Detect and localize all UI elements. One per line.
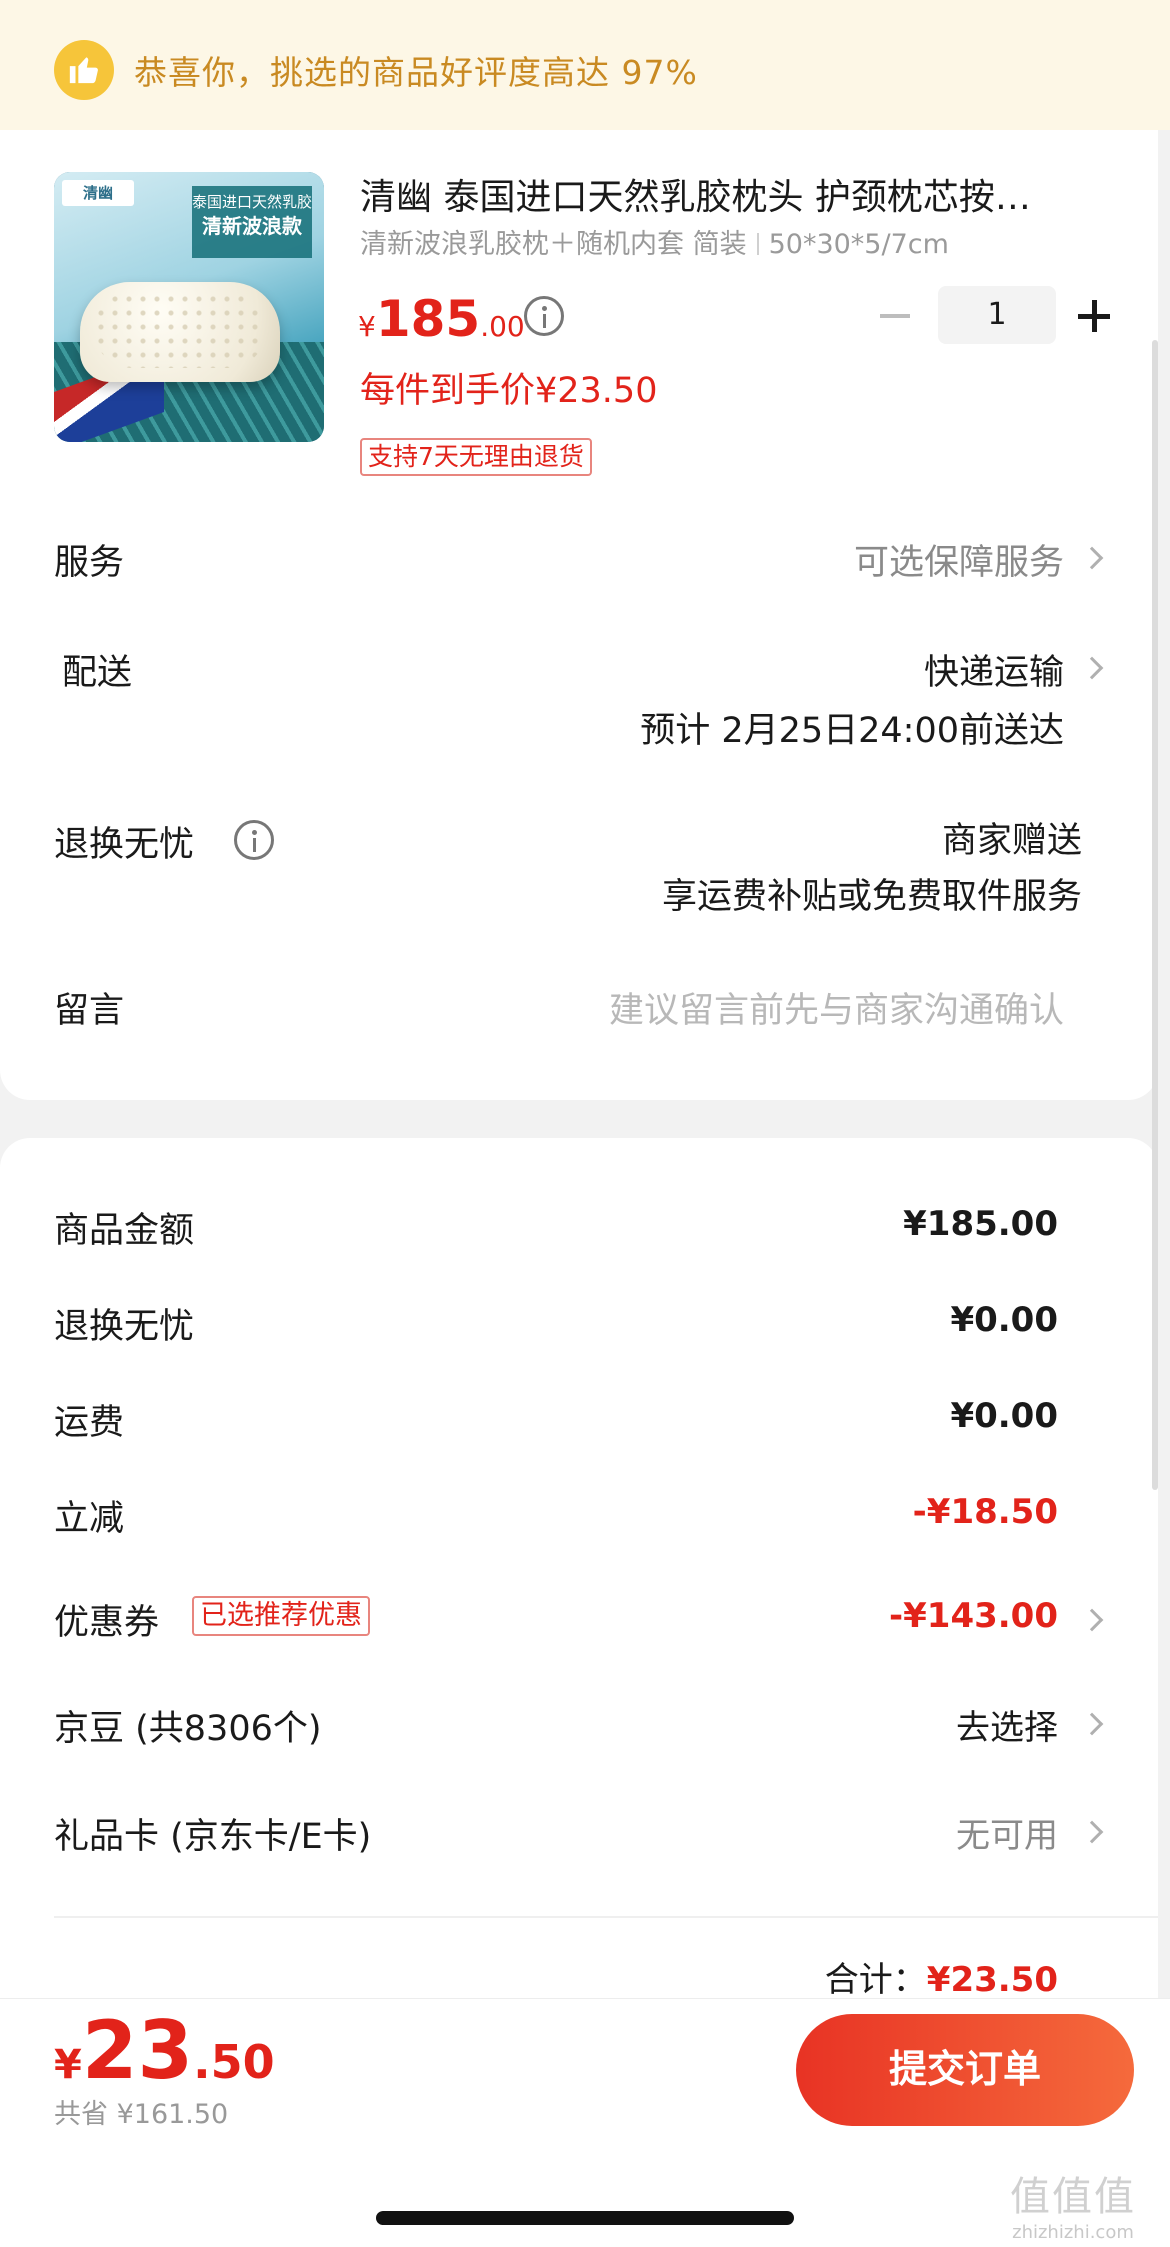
return-info-icon[interactable] bbox=[234, 820, 274, 860]
subtotal: 合计：¥23.50 bbox=[824, 1960, 1058, 2000]
shipping-value: ¥0.00 bbox=[950, 1396, 1058, 1436]
jd-beans-label: 京豆 (共8306个) bbox=[54, 1709, 322, 1749]
instant-discount-label: 立减 bbox=[54, 1499, 125, 1539]
price-summary-card bbox=[0, 1138, 1158, 1998]
praise-banner: 恭喜你，挑选的商品好评度高达 97% bbox=[0, 0, 1170, 130]
divider bbox=[54, 1916, 1158, 1918]
return-service-value: 商家赠送 bbox=[941, 821, 1082, 861]
brand-logo: 清幽 bbox=[62, 180, 134, 206]
price-info-icon[interactable] bbox=[524, 296, 564, 336]
total-saved: 共省 ¥161.50 bbox=[54, 2099, 229, 2130]
return-service-label: 退换无忧 bbox=[54, 825, 195, 865]
total-price: ¥23.50 bbox=[54, 2004, 275, 2097]
quantity-decrease-button[interactable] bbox=[876, 298, 916, 334]
delivery-label: 配送 bbox=[62, 653, 133, 693]
goods-amount-label: 商品金额 bbox=[54, 1211, 195, 1251]
praise-text: 恭喜你，挑选的商品好评度高达 97% bbox=[134, 53, 698, 92]
product-price: ¥185.00 bbox=[358, 290, 525, 348]
quantity-increase-button[interactable] bbox=[1076, 298, 1112, 334]
return-policy-tag: 支持7天无理由退货 bbox=[360, 438, 592, 476]
coupon-label: 优惠券 bbox=[54, 1603, 160, 1643]
service-label: 服务 bbox=[54, 543, 125, 583]
return-fee-value: ¥0.00 bbox=[950, 1300, 1058, 1340]
shipping-label: 运费 bbox=[54, 1403, 125, 1443]
image-badge: 泰国进口天然乳胶 清新波浪款 bbox=[192, 186, 312, 258]
gift-card-label: 礼品卡 (京东卡/E卡) bbox=[54, 1817, 372, 1857]
coupon-selected-tag: 已选推荐优惠 bbox=[192, 1596, 370, 1636]
product-spec[interactable]: 清新波浪乳胶枕＋随机内套 简装 50*30*5/7cm bbox=[360, 222, 949, 261]
per-item-price: 每件到手价¥23.50 bbox=[360, 371, 658, 411]
thumbs-up-icon bbox=[54, 40, 114, 100]
product-image[interactable]: 清幽 泰国进口天然乳胶 清新波浪款 bbox=[54, 172, 324, 442]
gift-card-value[interactable]: 无可用 bbox=[956, 1808, 1058, 1857]
jd-beans-value[interactable]: 去选择 bbox=[956, 1700, 1058, 1749]
note-input[interactable]: 建议留言前先与商家沟通确认 bbox=[609, 982, 1064, 1033]
service-value[interactable]: 可选保障服务 bbox=[854, 534, 1064, 585]
scrollbar[interactable] bbox=[1152, 340, 1158, 1490]
watermark: 值值值 zhizhizhi.com bbox=[1010, 2174, 1136, 2243]
delivery-method[interactable]: 快递运输 bbox=[924, 644, 1064, 695]
submit-order-button[interactable]: 提交订单 bbox=[796, 2014, 1134, 2126]
return-fee-label: 退换无忧 bbox=[54, 1307, 195, 1347]
quantity-input[interactable]: 1 bbox=[938, 286, 1056, 344]
note-label: 留言 bbox=[54, 991, 125, 1031]
goods-amount-value: ¥185.00 bbox=[903, 1204, 1058, 1244]
delivery-eta: 预计 2月25日24:00前送达 bbox=[640, 711, 1064, 751]
coupon-value[interactable]: -¥143.00 bbox=[889, 1596, 1058, 1636]
product-title[interactable]: 清幽 泰国进口天然乳胶枕头 护颈枕芯按… bbox=[360, 168, 1100, 220]
home-indicator[interactable] bbox=[376, 2211, 794, 2225]
return-service-desc: 享运费补贴或免费取件服务 bbox=[661, 877, 1082, 917]
instant-discount-value: -¥18.50 bbox=[912, 1492, 1058, 1532]
